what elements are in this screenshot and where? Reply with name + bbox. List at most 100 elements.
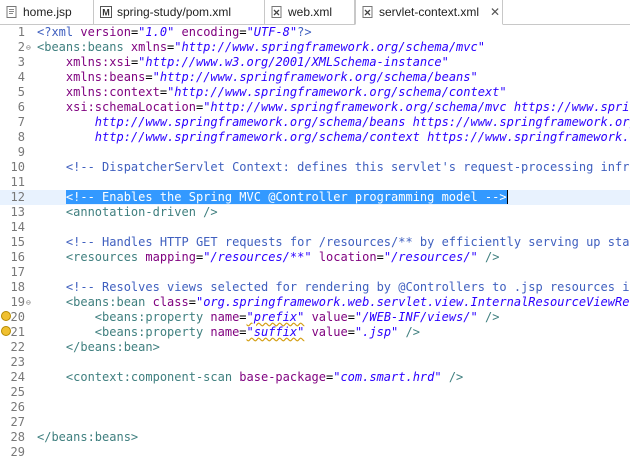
code-token: <?xml bbox=[37, 25, 81, 39]
code-line[interactable]: 1 <?xml version="1.0" encoding="UTF-8"?> bbox=[0, 25, 630, 40]
xml-file-icon bbox=[362, 6, 373, 18]
code-line[interactable]: 22 </beans:bean> bbox=[0, 340, 630, 355]
tab-servlet-context-xml[interactable]: servlet-context.xml ✕ bbox=[355, 0, 503, 25]
code-line[interactable]: 17 bbox=[0, 265, 630, 280]
code-text: </beans:beans> bbox=[37, 430, 138, 445]
code-token: xmlns:beans bbox=[65, 70, 146, 84]
code-line[interactable]: 2 ⊖ <beans:beans xmlns="http://www.springf… bbox=[0, 40, 630, 55]
code-text: <beans:property name="suffix" value=".js… bbox=[37, 325, 420, 340]
code-line[interactable]: 23 bbox=[0, 355, 630, 370]
code-text: <beans:bean class="org.springframework.w… bbox=[37, 295, 630, 310]
line-number: 26 bbox=[10, 400, 25, 414]
code-token: "com.smart.hrd" bbox=[333, 370, 442, 384]
code-token: <!-- Resolves views selected for renderi… bbox=[65, 280, 630, 294]
code-token: = bbox=[347, 325, 355, 339]
line-number: 4 bbox=[17, 70, 25, 84]
fold-toggle-icon[interactable]: ⊖ bbox=[26, 299, 31, 307]
code-text: <!-- Resolves views selected for renderi… bbox=[37, 280, 630, 295]
code-line[interactable]: 11 bbox=[0, 175, 630, 190]
tab-label: home.jsp bbox=[23, 5, 72, 19]
line-number: 18 bbox=[10, 280, 25, 294]
code-token: "UTF-8" bbox=[246, 25, 298, 39]
code-line[interactable]: 25 bbox=[0, 385, 630, 400]
line-number: 3 bbox=[17, 55, 25, 69]
tab-label: servlet-context.xml bbox=[379, 5, 480, 19]
line-number: 27 bbox=[10, 415, 25, 429]
line-number: 22 bbox=[10, 340, 25, 354]
code-token: "http://www.springframework.org/schema/m… bbox=[203, 100, 630, 114]
code-line[interactable]: 6 xsi:schemaLocation="http://www.springf… bbox=[0, 100, 630, 115]
code-line[interactable]: 27 bbox=[0, 415, 630, 430]
tab-pom-xml[interactable]: M spring-study/pom.xml bbox=[94, 0, 265, 24]
line-number: 9 bbox=[17, 145, 25, 159]
tab-web-xml[interactable]: web.xml bbox=[265, 0, 355, 24]
line-number: 5 bbox=[17, 85, 25, 99]
code-line[interactable]: 18 <!-- Resolves views selected for rend… bbox=[0, 280, 630, 295]
code-line[interactable]: 24 <context:component-scan base-package=… bbox=[0, 370, 630, 385]
warning-marker-icon[interactable] bbox=[1, 311, 11, 321]
code-line[interactable]: 3 xmlns:xsi="http://www.w3.org/2001/XMLS… bbox=[0, 55, 630, 70]
code-line[interactable]: 14 bbox=[0, 220, 630, 235]
code-token: /> bbox=[477, 310, 500, 324]
line-number: 7 bbox=[17, 115, 25, 129]
code-token: ".jsp" bbox=[354, 325, 399, 339]
code-line[interactable]: 28 </beans:beans> bbox=[0, 430, 630, 445]
code-token: xmlns:xsi bbox=[65, 55, 131, 69]
code-line[interactable]: 15 <!-- Handles HTTP GET requests for /r… bbox=[0, 235, 630, 250]
code-token: = bbox=[159, 85, 168, 99]
code-line[interactable]: 29 bbox=[0, 445, 630, 460]
code-line[interactable]: 8 http://www.springframework.org/schema/… bbox=[0, 130, 630, 145]
code-line[interactable]: 16 <resources mapping = "/resources/**" lo… bbox=[0, 250, 630, 265]
fold-toggle-icon[interactable]: ⊖ bbox=[26, 44, 31, 52]
code-token: name bbox=[210, 325, 240, 339]
xml-file-icon bbox=[271, 6, 282, 18]
close-icon[interactable]: ✕ bbox=[490, 5, 500, 19]
code-line[interactable]: 13 <annotation-driven /> bbox=[0, 205, 630, 220]
tab-home-jsp[interactable]: home.jsp bbox=[0, 0, 94, 24]
code-line[interactable]: 10 <!-- DispatcherServlet Context: defin… bbox=[0, 160, 630, 175]
code-token: ?> bbox=[297, 25, 312, 39]
code-line[interactable]: 20 <beans:property name="prefix" value="… bbox=[0, 310, 630, 325]
code-line[interactable]: 12 <!-- Enables the Spring MVC @Controll… bbox=[0, 190, 630, 205]
code-line[interactable]: 26 bbox=[0, 400, 630, 415]
code-token: base-package bbox=[239, 370, 326, 384]
code-token: "/WEB-INF/views/" bbox=[354, 310, 478, 324]
tab-label: spring-study/pom.xml bbox=[117, 5, 232, 19]
editor-tab-bar: home.jsp M spring-study/pom.xml web.xml … bbox=[0, 0, 630, 25]
warning-marker-icon[interactable] bbox=[1, 326, 11, 336]
code-token: = bbox=[239, 310, 247, 324]
code-line[interactable]: 9 bbox=[0, 145, 630, 160]
code-token: <resources bbox=[65, 250, 146, 264]
code-token: /> bbox=[477, 250, 500, 264]
code-text: </beans:bean> bbox=[37, 340, 160, 355]
code-token: encoding bbox=[181, 25, 240, 39]
line-number: 12 bbox=[10, 190, 25, 204]
code-token: mapping bbox=[145, 250, 196, 264]
code-text: <resources mapping = "/resources/**" locat… bbox=[37, 250, 500, 265]
code-line[interactable]: 19 ⊖ <beans:bean class="org.springframewo… bbox=[0, 295, 630, 310]
line-number: 2 bbox=[17, 40, 25, 54]
code-token: xmlns:context bbox=[65, 85, 160, 99]
code-token: <beans:bean bbox=[65, 295, 153, 309]
code-token: "http://www.springframework.org/schema/c… bbox=[167, 85, 507, 99]
line-number: 1 bbox=[17, 25, 25, 39]
code-token: "prefix" bbox=[246, 310, 305, 324]
maven-file-icon: M bbox=[100, 6, 112, 18]
code-text: <?xml version="1.0" encoding="UTF-8"?> bbox=[37, 25, 312, 40]
code-text: <!-- Handles HTTP GET requests for /reso… bbox=[37, 235, 630, 250]
code-line[interactable]: 4 xmlns:beans="http://www.springframewor… bbox=[0, 70, 630, 85]
xml-editor[interactable]: 1 <?xml version="1.0" encoding="UTF-8"?> 2… bbox=[0, 25, 630, 460]
code-line[interactable]: 21 <beans:property name="suffix" value="… bbox=[0, 325, 630, 340]
code-line[interactable]: 7 http://www.springframework.org/schema/… bbox=[0, 115, 630, 130]
code-line[interactable]: 5 xmlns:context="http://www.springframew… bbox=[0, 85, 630, 100]
code-token: </beans:bean> bbox=[65, 340, 160, 354]
